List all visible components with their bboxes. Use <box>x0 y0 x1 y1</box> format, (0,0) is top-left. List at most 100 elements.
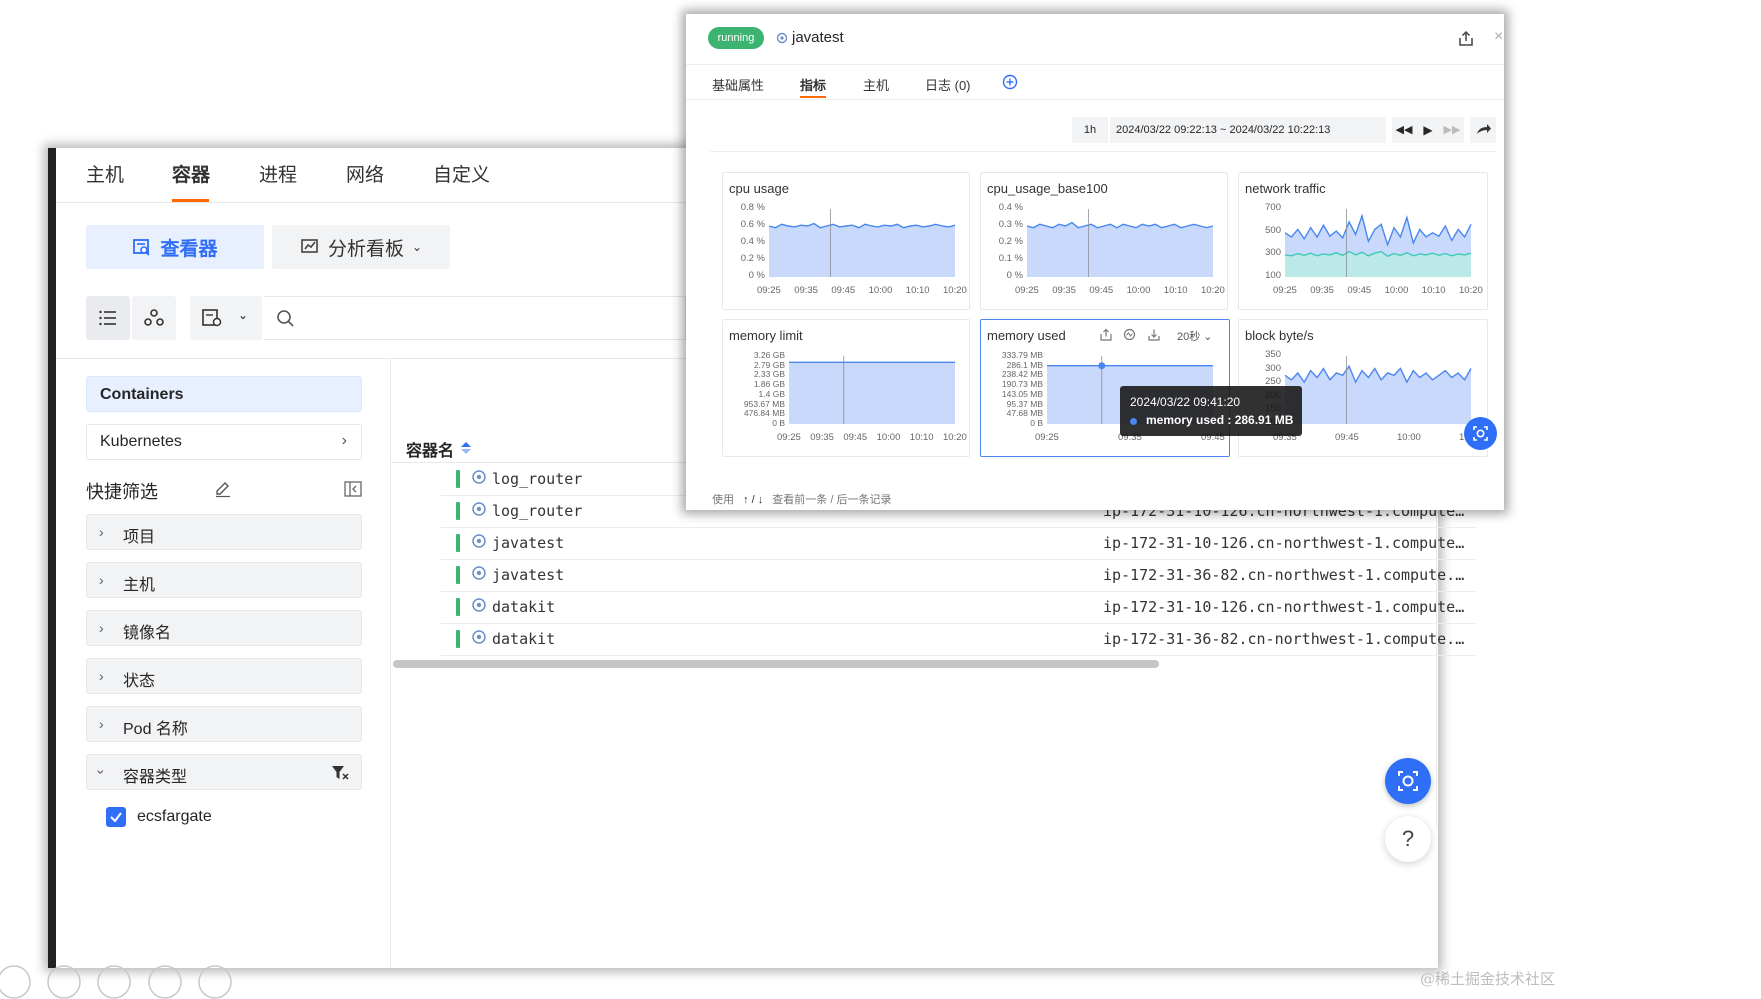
screenshot-button[interactable] <box>1464 417 1497 450</box>
tab-logs[interactable]: 日志 (0) <box>925 75 971 94</box>
forward-arrow-icon <box>1477 124 1491 134</box>
time-range-picker[interactable]: 2024/03/22 09:22:13 ~ 2024/03/22 10:22:1… <box>1110 117 1386 143</box>
y-tick-label: 238.42 MB <box>1001 369 1043 380</box>
container-name[interactable]: log_router <box>492 470 582 488</box>
download-icon[interactable] <box>1147 328 1161 342</box>
time-preset-button[interactable]: 1h <box>1072 117 1108 143</box>
share-icon[interactable] <box>1456 29 1476 49</box>
nav-divider <box>56 202 686 203</box>
close-icon[interactable]: × <box>1494 28 1503 46</box>
hover-point <box>1098 362 1106 370</box>
y-tick-label: 2.33 GB <box>753 369 785 380</box>
filter-container-type[interactable]: › 容器类型 <box>86 754 362 790</box>
table-row[interactable]: javatest ip-172-31-36-82.cn-northwest-1.c… <box>441 559 1476 592</box>
nav-tab-container[interactable]: 容器 <box>172 160 210 187</box>
timebar-divider <box>710 151 1496 152</box>
container-name[interactable]: log_router <box>492 502 582 520</box>
filter-pod-name[interactable]: › Pod 名称 <box>86 706 362 742</box>
sort-icon[interactable] <box>460 440 472 456</box>
x-tick-label: 10:00 <box>1384 285 1409 296</box>
share-time-button[interactable] <box>1470 117 1496 143</box>
nav-tab-process[interactable]: 进程 <box>259 160 297 187</box>
y-tick-label: 1.4 GB <box>758 388 785 399</box>
filter-project[interactable]: › 项目 <box>86 514 362 550</box>
nav-tab-host[interactable]: 主机 <box>86 160 124 187</box>
analyze-icon[interactable] <box>1123 328 1137 342</box>
filter-status[interactable]: › 状态 <box>86 658 362 694</box>
play-button[interactable]: ▶ <box>1416 117 1440 143</box>
container-icon <box>776 32 788 44</box>
tab-basic-properties[interactable]: 基础属性 <box>712 75 764 94</box>
rewind-button[interactable]: ◀◀ <box>1392 117 1416 143</box>
chevron-right-icon: › <box>99 620 104 636</box>
filter-image-name[interactable]: › 镜像名 <box>86 610 362 646</box>
interval-dropdown[interactable]: 20秒 ⌄ <box>1177 328 1212 344</box>
chevron-right-icon: › <box>341 432 347 449</box>
ecsfargate-checkbox[interactable] <box>106 807 126 827</box>
y-tick-label: 0.3 % <box>998 219 1023 230</box>
nav-tab-network[interactable]: 网络 <box>346 160 384 187</box>
x-tick-label: 10:00 <box>1397 432 1421 443</box>
dashboard-dropdown[interactable]: 分析看板 ⌄ <box>272 225 450 269</box>
hint-suffix: 查看前一条 / 后一条记录 <box>772 494 892 506</box>
y-tick-label: 0 % <box>1006 270 1023 281</box>
tab-host[interactable]: 主机 <box>863 75 889 94</box>
y-tick-label: 1.86 GB <box>753 379 785 390</box>
hint-prefix: 使用 <box>712 494 734 506</box>
display-settings-dropdown[interactable]: ⌄ <box>190 296 262 340</box>
topology-view-toggle[interactable] <box>132 296 176 340</box>
check-icon <box>110 812 122 823</box>
container-name[interactable]: javatest <box>492 534 564 552</box>
y-tick-label: 333.79 MB <box>1001 350 1043 360</box>
x-tick-label: 10:10 <box>1421 285 1446 296</box>
add-tab-icon[interactable] <box>1002 74 1018 90</box>
container-icon <box>472 534 486 548</box>
interval-label: 20秒 <box>1177 331 1201 343</box>
viewer-button[interactable]: 查看器 <box>86 225 264 269</box>
filter-host[interactable]: › 主机 <box>86 562 362 598</box>
kubernetes-label: Kubernetes <box>100 433 182 450</box>
container-name[interactable]: datakit <box>492 630 555 648</box>
column-header-container-name[interactable]: 容器名 <box>406 437 454 461</box>
search-input[interactable] <box>264 296 686 340</box>
container-name[interactable]: javatest <box>492 566 564 584</box>
tab-metrics[interactable]: 指标 <box>800 75 826 94</box>
export-icon[interactable] <box>1099 328 1113 342</box>
sidebar-divider <box>390 358 391 968</box>
x-tick-label: 10:10 <box>905 285 930 296</box>
host-name: ip-172-31-36-82.cn-northwest-1.compute.… <box>1103 630 1465 648</box>
edit-icon[interactable] <box>214 480 232 498</box>
y-tick-label: 0 % <box>748 270 765 281</box>
x-tick-label: 10:20 <box>943 432 967 443</box>
table-row[interactable]: datakit ip-172-31-10-126.cn-northwest-1.c… <box>441 591 1476 624</box>
ecsfargate-label: ecsfargate <box>137 808 212 825</box>
clear-filter-icon[interactable] <box>331 765 349 781</box>
chevron-down-icon: ⌄ <box>238 308 249 322</box>
table-row[interactable]: datakit ip-172-31-36-82.cn-northwest-1.co… <box>441 623 1476 656</box>
collapse-sidebar-icon[interactable] <box>344 480 362 498</box>
x-tick-label: 09:25 <box>1273 285 1297 296</box>
chevron-down-icon: ⌄ <box>411 240 423 254</box>
window-edge <box>48 148 56 968</box>
forward-button[interactable]: ▶▶ <box>1440 117 1464 143</box>
list-view-toggle[interactable] <box>86 296 130 340</box>
host-name: ip-172-31-36-82.cn-northwest-1.compute.… <box>1103 566 1465 584</box>
tooltip-value: memory used : 286.91 MB <box>1146 413 1294 427</box>
scan-icon <box>1398 771 1418 791</box>
horizontal-scrollbar[interactable] <box>393 660 1159 668</box>
help-button[interactable]: ? <box>1385 816 1431 862</box>
table-row[interactable]: javatest ip-172-31-10-126.cn-northwest-1.… <box>441 527 1476 560</box>
sidebar-item-kubernetes[interactable]: Kubernetes › <box>86 424 362 460</box>
y-tick-label: 190.73 MB <box>1001 379 1043 390</box>
chart-card-cpu-usage-base100: cpu_usage_base100 0.4 % 0.3 % 0.2 % 0.1 % 0 %… <box>980 172 1228 310</box>
nav-tab-custom[interactable]: 自定义 <box>433 160 490 187</box>
y-tick-label: 0.2 % <box>998 236 1023 247</box>
container-name[interactable]: datakit <box>492 598 555 616</box>
bottom-action-icons[interactable] <box>0 965 240 999</box>
y-tick-label: 0.4 % <box>998 202 1023 213</box>
chevron-down-icon: ⌄ <box>1203 331 1213 343</box>
header-divider <box>686 64 1504 65</box>
sidebar-section-title: Containers <box>100 386 184 403</box>
screenshot-button[interactable] <box>1385 758 1431 804</box>
sidebar-item-containers[interactable]: Containers <box>86 376 362 412</box>
